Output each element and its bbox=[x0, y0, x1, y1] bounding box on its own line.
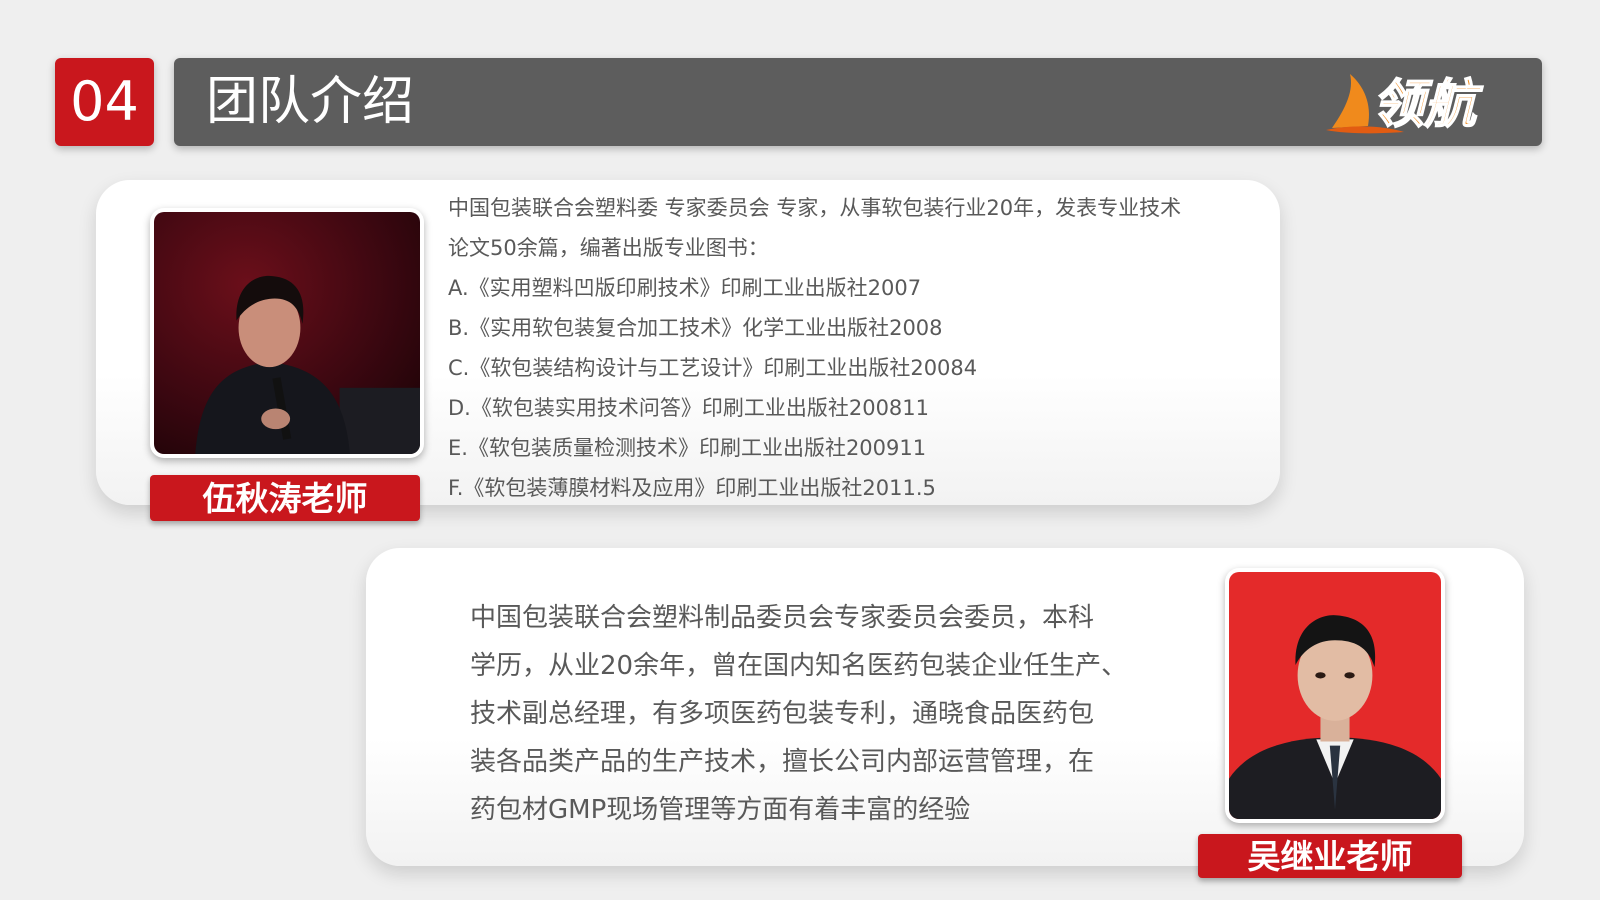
logo-text: 领航 bbox=[1372, 75, 1484, 135]
member-photo-1 bbox=[150, 208, 424, 458]
logo-mark-icon: 领航 bbox=[1326, 74, 1485, 136]
portrait-photo-icon bbox=[1229, 572, 1441, 819]
bio-line: 药包材GMP现场管理等方面有着丰富的经验 bbox=[470, 795, 971, 825]
member-name-2: 吴继业老师 bbox=[1198, 834, 1462, 878]
member-bio-2: 中国包装联合会塑料制品委员会专家委员会委员，本科 学历，从业20余年，曾在国内知… bbox=[470, 594, 1150, 834]
bio-line: B.《实用软包装复合加工技术》化学工业出版社2008 bbox=[448, 316, 943, 340]
bio-line: 中国包装联合会塑料制品委员会专家委员会委员，本科 bbox=[470, 603, 1095, 633]
bio-line: E.《软包装质量检测技术》印刷工业出版社200911 bbox=[448, 436, 927, 460]
header-bar: 团队介绍 领航 bbox=[174, 58, 1542, 146]
member-bio-1: 中国包装联合会塑料委 专家委员会 专家，从事软包装行业20年，发表专业技术 论文… bbox=[448, 188, 1268, 508]
speaker-photo-icon bbox=[154, 212, 420, 454]
bio-line: C.《软包装结构设计与工艺设计》印刷工业出版社20084 bbox=[448, 356, 978, 380]
bio-line: D.《软包装实用技术问答》印刷工业出版社200811 bbox=[448, 396, 930, 420]
member-photo-2 bbox=[1225, 568, 1445, 823]
bio-line: 技术副总经理，有多项医药包装专利，通晓食品医药包 bbox=[470, 699, 1095, 729]
bio-line: A.《实用塑料凹版印刷技术》印刷工业出版社2007 bbox=[448, 276, 922, 300]
bio-line: 中国包装联合会塑料委 专家委员会 专家，从事软包装行业20年，发表专业技术 bbox=[448, 196, 1182, 220]
section-number-badge: 04 bbox=[55, 58, 154, 146]
bio-line: 学历，从业20余年，曾在国内知名医药包装企业任生产、 bbox=[470, 651, 1128, 681]
member-name-1: 伍秋涛老师 bbox=[150, 475, 420, 521]
page-title: 团队介绍 bbox=[206, 72, 415, 132]
bio-line: 论文50余篇，编著出版专业图书： bbox=[448, 236, 769, 260]
bio-line: 装各品类产品的生产技术，擅长公司内部运营管理，在 bbox=[470, 747, 1095, 777]
bio-line: F.《软包装薄膜材料及应用》印刷工业出版社2011.5 bbox=[448, 476, 936, 500]
brand-logo: 领航 bbox=[1324, 68, 1534, 136]
